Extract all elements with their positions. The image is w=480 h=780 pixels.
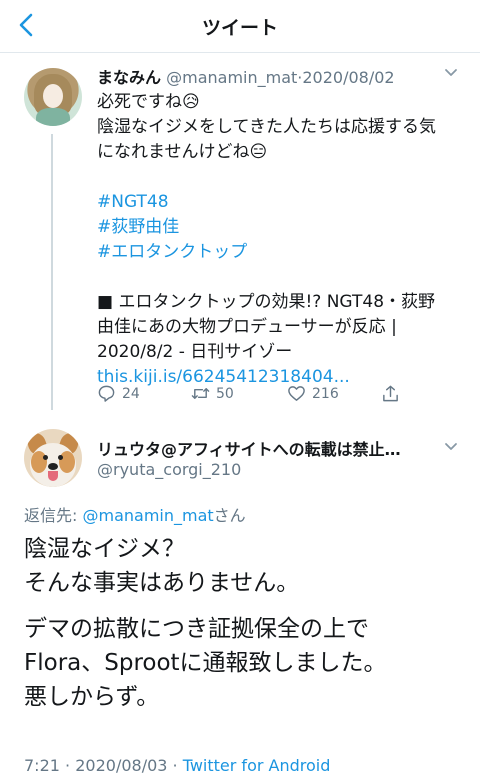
user-handle[interactable]: @manamin_mat <box>166 68 297 87</box>
tweet-date: 2020/08/03 <box>75 756 168 775</box>
reply-suffix: さん <box>213 506 246 525</box>
tweet-text-line: 陰湿なイジメをしてきた人たちは応援する気 <box>97 117 436 137</box>
avatar[interactable] <box>24 68 82 126</box>
like-button[interactable]: 216 <box>287 384 339 403</box>
avatar[interactable] <box>24 429 82 487</box>
tweet-text-line: Flora、Sprootに通報致しました。 <box>24 650 387 676</box>
tweet-date: 2020/08/02 <box>302 68 395 87</box>
chevron-down-icon[interactable] <box>444 442 458 452</box>
client-link[interactable]: Twitter for Android <box>183 756 331 775</box>
heart-icon <box>288 386 305 401</box>
tweet-text-line: 陰湿なイジメ？ <box>24 536 185 562</box>
article-text-line: ■ エロタンクトップの効果!? NGT48・荻野 <box>97 292 436 312</box>
hashtag-link[interactable]: #エロタンクトップ <box>97 240 457 265</box>
top-bar: ツイート <box>0 0 480 53</box>
reply-button[interactable]: 24 <box>97 384 140 403</box>
share-icon <box>383 385 398 402</box>
tweet-footer: 7:21 · 2020/08/03 · Twitter for Android <box>24 756 330 775</box>
article-text-line: 由佳にあの大物プロデューサーが反応 | <box>97 317 397 337</box>
retweet-count: 50 <box>216 385 234 402</box>
article-text-line: 2020/8/2 - 日刊サイゾー <box>97 342 293 362</box>
tweet-actions: 24 50 216 <box>97 382 427 408</box>
separator: · <box>65 756 71 775</box>
tweet-text-line: そんな事実はありません。 <box>24 570 300 596</box>
hashtag-link[interactable]: #荻野由佳 <box>97 215 457 240</box>
display-name[interactable]: まなみん <box>97 68 161 87</box>
tweet-text-line: 必死ですね😥 <box>97 92 200 112</box>
tweet-body: 陰湿なイジメ？ そんな事実はありません。 デマの拡散につき証拠保全の上で Flo… <box>24 532 464 714</box>
retweet-icon <box>191 388 210 399</box>
reply-count: 24 <box>122 385 140 402</box>
share-button[interactable] <box>381 384 400 403</box>
like-count: 216 <box>312 385 339 402</box>
tweet-text-line: デマの拡散につき証拠保全の上で <box>24 616 369 642</box>
separator: · <box>172 756 178 775</box>
reply-prefix: 返信先: <box>24 506 83 525</box>
tweet-time: 7:21 <box>24 756 60 775</box>
page-title: ツイート <box>201 17 278 39</box>
tweet-body: 必死ですね😥 陰湿なイジメをしてきた人たちは応援する気 になれませんけどね😑 #… <box>97 90 457 390</box>
tweet-text-line: 悪しからず。 <box>24 684 160 710</box>
retweet-button[interactable]: 50 <box>191 384 234 403</box>
display-name[interactable]: リュウタ@アフィサイトへの転載は禁止… <box>97 436 427 460</box>
reply-to-handle[interactable]: @manamin_mat <box>82 506 213 525</box>
tweet-header: まなみん @manamin_mat·2020/08/02 <box>97 64 395 88</box>
thread-connector-line <box>51 134 53 410</box>
user-handle[interactable]: @ryuta_corgi_210 <box>97 460 241 479</box>
tweet-text-line: になれませんけどね😑 <box>97 142 268 162</box>
replying-to: 返信先: @manamin_matさん <box>24 502 246 526</box>
chevron-down-icon[interactable] <box>444 68 458 78</box>
reply-icon <box>98 385 115 402</box>
hashtag-link[interactable]: #NGT48 <box>97 190 457 215</box>
